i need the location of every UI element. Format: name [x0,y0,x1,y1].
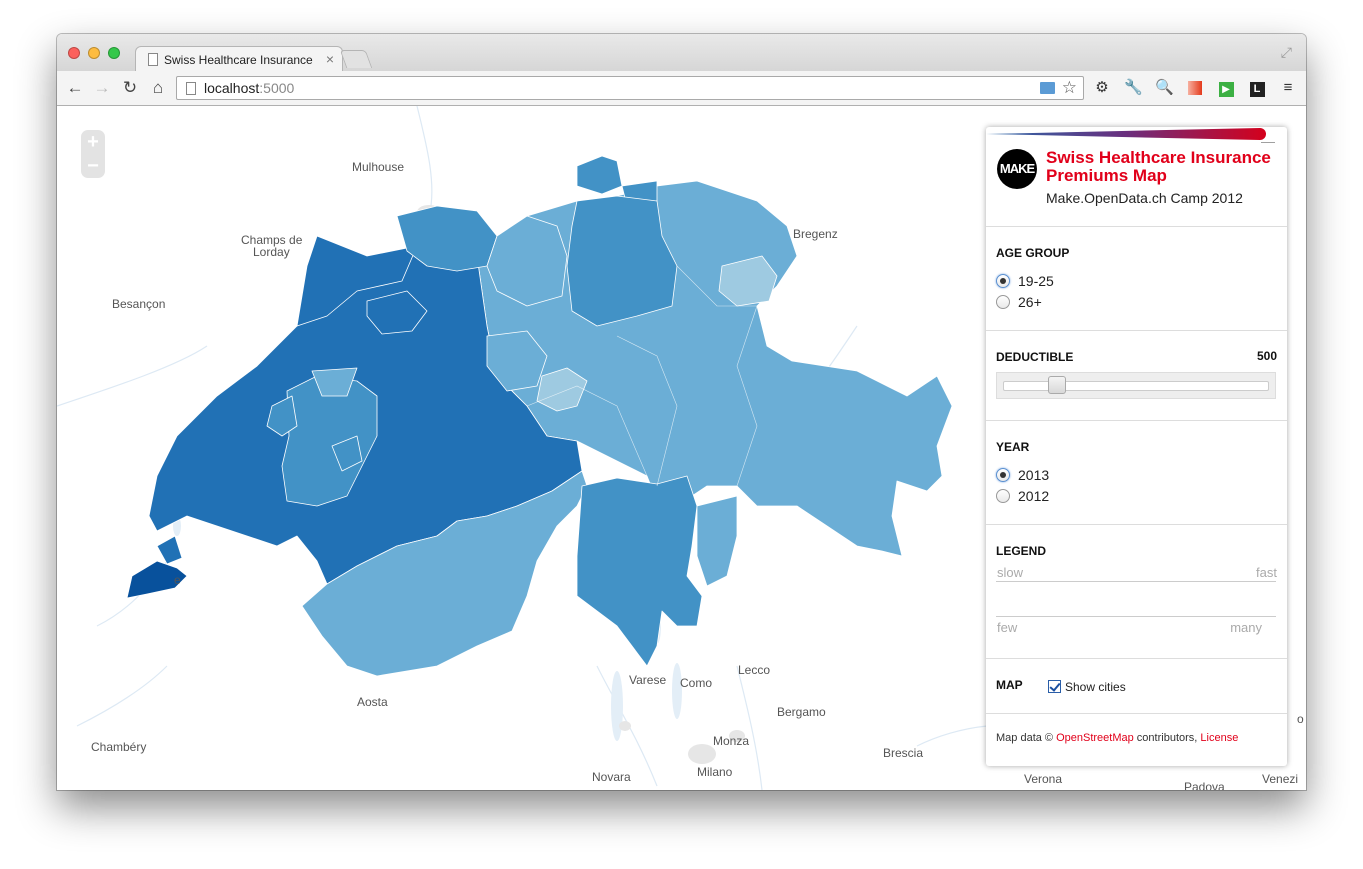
show-cities-label: Show cities [1065,680,1126,694]
page-icon [148,53,158,66]
year-option-2012[interactable]: 2012 [996,488,1049,504]
url-port: :5000 [259,80,295,96]
attribution-prefix: Map data © [996,732,1057,744]
place-label: Monza [713,734,750,748]
age-option-label: 19-25 [1018,273,1054,289]
license-link[interactable]: License [1200,732,1238,744]
settings-gear-icon[interactable]: ⚙ [1093,79,1111,97]
divider [986,330,1287,331]
age-option-19-25[interactable]: 19-25 [996,273,1054,289]
control-panel: — MAKE Swiss Healthcare Insurance Premiu… [986,127,1287,766]
place-label: Novara [592,770,631,784]
year-option-2013[interactable]: 2013 [996,467,1049,483]
html-extension-icon[interactable] [1040,82,1055,94]
place-label: Verona [1024,772,1063,786]
radio-unselected[interactable] [996,295,1010,309]
age-option-26-plus[interactable]: 26+ [996,294,1042,310]
place-label: o [1297,712,1304,726]
place-label: Bregenz [793,227,838,241]
osm-link[interactable]: OpenStreetMap [1056,732,1134,744]
place-label: Bergamo [777,705,826,719]
forward-icon[interactable]: → [92,78,112,98]
place-label: Milano [697,765,733,779]
place-label: Varese [629,673,667,687]
place-label: Aosta [357,695,388,709]
year-option-label: 2013 [1018,467,1050,483]
legend-axis-bottom [996,616,1276,617]
legend-axis-top [996,581,1276,582]
divider [986,713,1287,714]
place-label: Lorday [253,245,290,259]
fullscreen-icon[interactable]: ⤢ [1281,44,1292,61]
age-option-label: 26+ [1018,294,1042,310]
place-label: Brescia [883,746,924,760]
panel-subtitle: Make.OpenData.ch Camp 2012 [1046,190,1243,206]
panel-title: Swiss Healthcare Insurance Premiums Map [1046,148,1271,185]
minimize-window-button[interactable] [88,47,100,59]
radio-selected[interactable] [996,274,1010,288]
menu-icon[interactable]: ≡ [1279,79,1297,97]
tab-close-icon[interactable]: × [326,51,334,67]
wrench-icon[interactable]: 🔧 [1124,79,1143,97]
slider-handle[interactable] [1048,376,1066,394]
divider [986,524,1287,525]
place-label: Padova [1184,780,1225,790]
radio-unselected[interactable] [996,489,1010,503]
show-cities-toggle[interactable]: Show cities [1048,678,1126,696]
place-label: Besançon [112,297,166,311]
place-label: e [174,573,181,587]
make-logo: MAKE [997,149,1037,189]
page-icon [186,82,196,95]
new-tab-button[interactable] [339,50,373,68]
zoom-in-button[interactable]: + [81,130,105,154]
legend-fast: fast [1256,565,1277,580]
reload-icon[interactable]: ↻ [120,78,140,98]
close-window-button[interactable] [68,47,80,59]
legend-few: few [997,620,1018,635]
deductible-label: DEDUCTIBLE [996,350,1074,364]
attribution-middle: contributors, [1133,732,1201,744]
browser-toolbar: ← → ↻ ⌂ localhost:5000 ☆ ⚙ 🔧 🔍 ▶ L ≡ [57,71,1306,106]
map-view[interactable]: Mulhouse Champs de Lorday Besançon Brege… [57,106,1306,790]
tab-title: Swiss Healthcare Insurance P [164,53,314,67]
play-extension-icon[interactable]: ▶ [1217,79,1235,97]
place-label: Chambéry [91,740,147,754]
divider [986,420,1287,421]
tab-swiss-healthcare[interactable]: Swiss Healthcare Insurance P × [135,46,343,72]
radio-selected[interactable] [996,468,1010,482]
divider [986,658,1287,659]
readability-extension-icon[interactable]: L [1248,79,1266,97]
place-label: Lecco [738,663,771,677]
home-icon[interactable]: ⌂ [148,78,168,98]
year-option-label: 2012 [1018,488,1050,504]
bookmark-star-icon[interactable]: ☆ [1062,78,1077,98]
slider-track[interactable] [1003,381,1269,391]
deductible-slider[interactable] [996,372,1276,399]
zoom-control: + − [81,130,105,178]
place-label: Como [680,676,713,690]
legend-wedge [986,128,1266,140]
address-bar[interactable]: localhost:5000 ☆ [176,76,1084,100]
legend-many: many [1230,620,1262,635]
legend-slow: slow [997,565,1024,580]
year-label: YEAR [996,440,1030,454]
browser-window: Swiss Healthcare Insurance P × ⤢ ← → ↻ ⌂… [57,34,1306,790]
place-label: Mulhouse [352,160,405,174]
back-icon[interactable]: ← [65,78,85,98]
color-extension-icon[interactable] [1186,79,1204,97]
url-host: localhost [204,80,260,96]
zoom-window-button[interactable] [108,47,120,59]
place-label: Venezi [1262,772,1299,786]
map-section-label: MAP [996,678,1023,692]
zoom-out-button[interactable]: − [81,154,105,178]
attribution: Map data © OpenStreetMap contributors, L… [996,732,1238,744]
age-group-label: AGE GROUP [996,246,1070,260]
show-cities-checkbox[interactable] [1048,680,1061,693]
title-bar: Swiss Healthcare Insurance P × ⤢ [57,34,1306,72]
deductible-value: 500 [1256,349,1277,363]
divider [986,226,1287,227]
inspect-magnifier-icon[interactable]: 🔍 [1155,79,1174,97]
legend-label: LEGEND [996,544,1047,558]
